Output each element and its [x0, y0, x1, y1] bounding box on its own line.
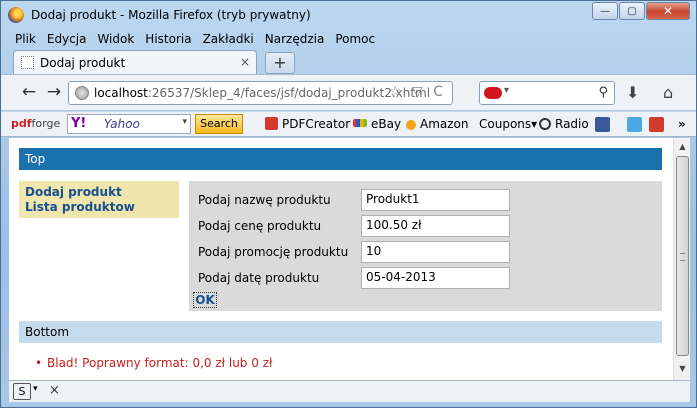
tab-title: Dodaj produkt: [40, 56, 126, 70]
bottom-section: Bottom: [19, 321, 662, 343]
error-message: Blad! Poprawny format: 0,0 zł lub 0 zł: [35, 356, 272, 370]
vertical-scrollbar[interactable]: ▲ ▼: [673, 138, 690, 380]
form-row-date: Podaj datę produktu 05-04-2013: [198, 267, 658, 289]
globe-icon: [75, 86, 89, 100]
tab-close-icon[interactable]: ×: [240, 55, 250, 69]
pdf-icon: [265, 117, 278, 130]
bookmark-pdfcreator[interactable]: PDFCreator: [265, 117, 350, 131]
scroll-up-icon[interactable]: ▲: [676, 140, 689, 154]
date-input[interactable]: 05-04-2013: [361, 267, 510, 289]
bookmark-amazon[interactable]: Amazon: [406, 117, 469, 131]
date-label: Podaj datę produktu: [198, 271, 320, 285]
price-label: Podaj cenę produktu: [198, 219, 322, 233]
ask-logo-icon[interactable]: [484, 87, 502, 99]
price-input[interactable]: 100.50 zł: [361, 215, 510, 237]
url-bar[interactable]: localhost:26537/Sklep_4/faces/jsf/dodaj_…: [68, 81, 453, 105]
tab-strip: Dodaj produkt × +: [9, 50, 689, 75]
link-dodaj-produkt[interactable]: Dodaj produkt: [25, 185, 173, 200]
close-addon-bar-icon[interactable]: ×: [49, 383, 60, 398]
chevron-down-icon[interactable]: ▾: [182, 117, 187, 127]
minimize-button[interactable]: —: [592, 2, 618, 20]
addon-toolbar: pdfforge Y! Yahoo ▾ Search PDFCreator eB…: [1, 111, 696, 137]
yahoo-logo-icon: Y!: [71, 116, 87, 131]
bookmark-ebay[interactable]: eBay: [353, 117, 401, 131]
page-viewport: Top Dodaj produkt Lista produktow Podaj …: [9, 138, 673, 380]
form-row-name: Podaj nazwę produktu Produkt1: [198, 189, 658, 211]
browser-window: Dodaj produkt - Mozilla Firefox (tryb pr…: [0, 0, 697, 408]
google-plus-icon[interactable]: [649, 117, 668, 133]
toolbar-overflow-icon[interactable]: »: [678, 117, 686, 131]
ok-button[interactable]: OK: [193, 292, 217, 308]
yahoo-search-button[interactable]: Search: [195, 114, 243, 134]
form-row-promotion: Podaj promocję produktu 10: [198, 241, 658, 263]
facebook-icon[interactable]: [595, 117, 614, 133]
menu-history[interactable]: Historia: [140, 31, 197, 48]
title-bar: Dodaj produkt - Mozilla Firefox (tryb pr…: [1, 1, 696, 29]
new-tab-button[interactable]: +: [265, 52, 295, 74]
menu-bar: Plik Edycja Widok Historia Zakładki Narz…: [10, 31, 381, 48]
firefox-logo-icon: [8, 7, 24, 23]
promotion-label: Podaj promocję produktu: [198, 245, 349, 259]
twitter-icon[interactable]: [627, 117, 646, 133]
search-icon[interactable]: ⚲: [598, 85, 608, 100]
amazon-icon: [406, 120, 416, 130]
close-button[interactable]: ✕: [646, 2, 690, 20]
page-icon: [21, 56, 34, 69]
radio-icon: [539, 118, 551, 130]
downloads-icon[interactable]: ⬇: [626, 83, 639, 102]
scroll-down-icon[interactable]: ▼: [676, 362, 689, 376]
left-menu: Dodaj produkt Lista produktow: [19, 181, 179, 218]
tab-dodaj-produkt[interactable]: Dodaj produkt ×: [13, 50, 257, 75]
menu-file[interactable]: Plik: [10, 31, 42, 48]
window-title: Dodaj produkt - Mozilla Firefox (tryb pr…: [31, 8, 311, 22]
scrollbar-thumb[interactable]: [676, 156, 689, 356]
ebay-icon: [353, 119, 367, 127]
navigation-toolbar: ← → localhost:26537/Sklep_4/faces/jsf/do…: [1, 74, 696, 110]
link-lista-produktow[interactable]: Lista produktow: [25, 200, 173, 215]
grip-icon: [680, 253, 685, 261]
yahoo-search-input[interactable]: Yahoo: [104, 117, 140, 131]
menu-help[interactable]: Pomoc: [330, 31, 381, 48]
home-icon[interactable]: ⌂: [663, 83, 673, 102]
product-form: Podaj nazwę produktu Produkt1 Podaj cenę…: [189, 181, 662, 311]
maximize-button[interactable]: ▢: [619, 2, 645, 20]
window-controls: — ▢ ✕: [591, 2, 690, 20]
menu-view[interactable]: Widok: [92, 31, 140, 48]
top-section: Top: [19, 148, 662, 170]
menu-edit[interactable]: Edycja: [42, 31, 93, 48]
pdfforge-logo[interactable]: pdfforge: [11, 117, 60, 130]
name-label: Podaj nazwę produktu: [198, 193, 331, 207]
form-row-price: Podaj cenę produktu 100.50 zł: [198, 215, 658, 237]
addon-s-icon[interactable]: S: [13, 383, 31, 400]
bookmark-coupons[interactable]: Coupons▾: [479, 117, 537, 131]
forward-button[interactable]: →: [42, 82, 66, 104]
back-button[interactable]: ←: [17, 82, 41, 104]
name-input[interactable]: Produkt1: [361, 189, 510, 211]
bookmark-radio[interactable]: Radio: [539, 117, 589, 131]
menu-tools[interactable]: Narzędzia: [260, 31, 331, 48]
addon-bar: S ▾ ×: [9, 380, 690, 402]
url-bar-icons[interactable]: ☆ ▽ C: [389, 84, 446, 100]
url-text[interactable]: localhost:26537/Sklep_4/faces/jsf/dodaj_…: [94, 86, 430, 100]
promotion-input[interactable]: 10: [361, 241, 510, 263]
search-engine-dropdown[interactable]: ▾: [504, 85, 509, 96]
chevron-down-icon[interactable]: ▾: [33, 384, 38, 394]
yahoo-search-box[interactable]: Y! Yahoo ▾: [67, 114, 191, 134]
menu-bookmarks[interactable]: Zakładki: [198, 31, 260, 48]
search-bar[interactable]: ▾ ⚲: [479, 81, 615, 105]
